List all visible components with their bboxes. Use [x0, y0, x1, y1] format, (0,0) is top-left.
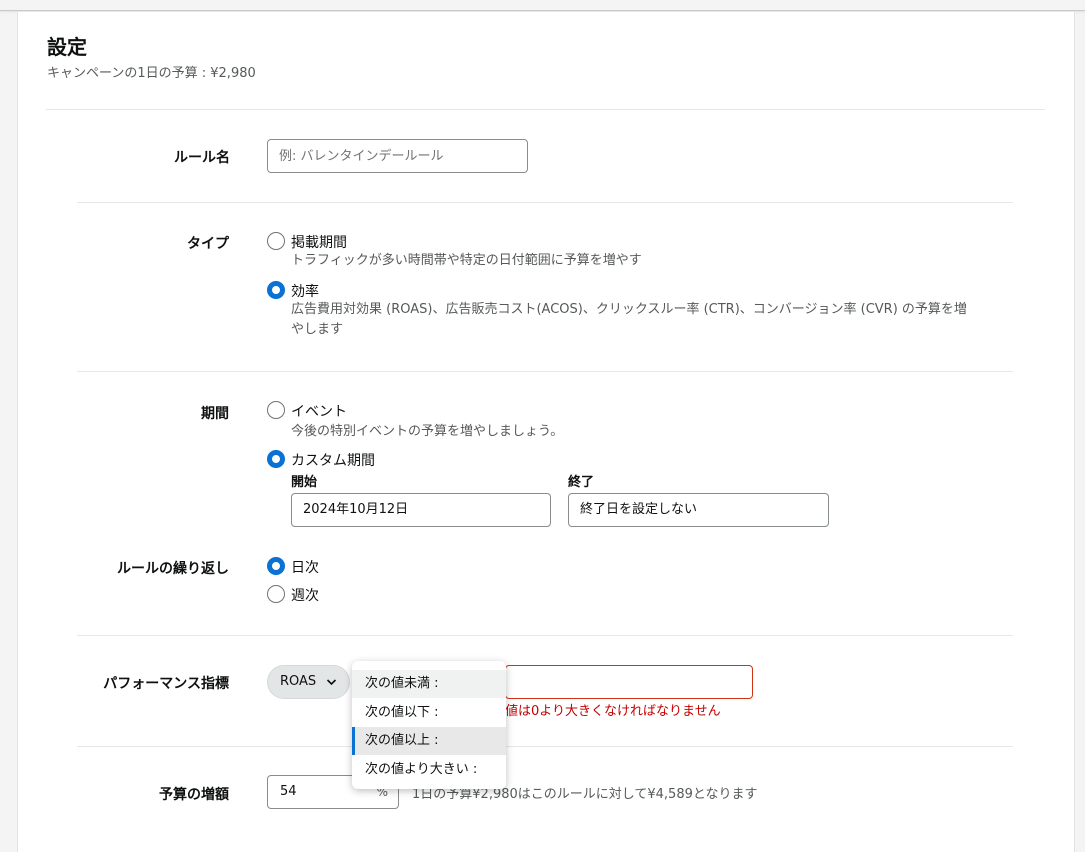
period-option-custom-label: カスタム期間 — [291, 453, 375, 469]
recurrence-label: ルールの繰り返し — [117, 561, 229, 577]
top-bar — [0, 0, 1085, 11]
metric-value-error: 値は0より大きくなければなりません — [505, 704, 721, 719]
page-subtitle: キャンペーンの1日の予算 : ¥2,980 — [47, 66, 256, 81]
rule-name-label: ルール名 — [174, 150, 230, 166]
recurrence-radio-daily[interactable] — [267, 557, 285, 575]
start-date-input[interactable]: 2024年10月12日 — [291, 493, 551, 527]
budget-increase-label: 予算の増額 — [159, 787, 229, 803]
divider — [77, 635, 1013, 636]
divider — [46, 109, 1045, 110]
period-label: 期間 — [201, 406, 229, 422]
metric-select[interactable]: ROAS — [267, 665, 350, 699]
comparison-dropdown-menu: 次の値未満 : 次の値以下 : 次の値以上 : 次の値より大きい : — [352, 661, 506, 789]
chevron-down-icon — [326, 666, 337, 711]
metric-value-input[interactable] — [505, 665, 753, 699]
dropdown-option-greater-or-equal[interactable]: 次の値以上 : — [352, 727, 506, 755]
budget-increase-value: 54 — [280, 784, 297, 799]
type-option-period-description: トラフィックが多い時間帯や特定の日付範囲に予算を増やす — [291, 253, 642, 268]
period-option-event-label: イベント — [291, 404, 347, 420]
divider — [77, 371, 1013, 372]
type-option-period-label: 掲載期間 — [291, 235, 347, 251]
type-label: タイプ — [187, 236, 229, 252]
page-title: 設定 — [47, 35, 87, 59]
period-radio-event[interactable] — [267, 401, 285, 419]
recurrence-radio-weekly[interactable] — [267, 585, 285, 603]
type-option-efficiency-description: 広告費用対効果 (ROAS)、広告販売コスト(ACOS)、クリックスルー率 (C… — [291, 302, 967, 317]
recurrence-option-weekly-label: 週次 — [291, 588, 319, 604]
rule-name-input[interactable] — [267, 139, 528, 173]
type-radio-efficiency[interactable] — [267, 281, 285, 299]
metric-select-value: ROAS — [280, 674, 317, 689]
type-option-efficiency-description-cont: やします — [291, 322, 344, 337]
type-radio-period[interactable] — [267, 232, 285, 250]
dropdown-option-less-or-equal[interactable]: 次の値以下 : — [352, 699, 506, 727]
recurrence-option-daily-label: 日次 — [291, 560, 319, 576]
dropdown-option-less-than[interactable]: 次の値未満 : — [352, 670, 506, 698]
dropdown-option-greater-than[interactable]: 次の値より大きい : — [352, 756, 506, 784]
end-date-input[interactable]: 終了日を設定しない — [568, 493, 829, 527]
start-date-label: 開始 — [291, 475, 318, 490]
period-option-event-description: 今後の特別イベントの予算を増やしましょう。 — [291, 424, 564, 439]
divider — [77, 202, 1013, 203]
type-option-efficiency-label: 効率 — [291, 284, 319, 300]
performance-label: パフォーマンス指標 — [103, 676, 229, 692]
period-radio-custom[interactable] — [267, 450, 285, 468]
end-date-label: 終了 — [568, 475, 595, 490]
divider — [77, 746, 1013, 747]
